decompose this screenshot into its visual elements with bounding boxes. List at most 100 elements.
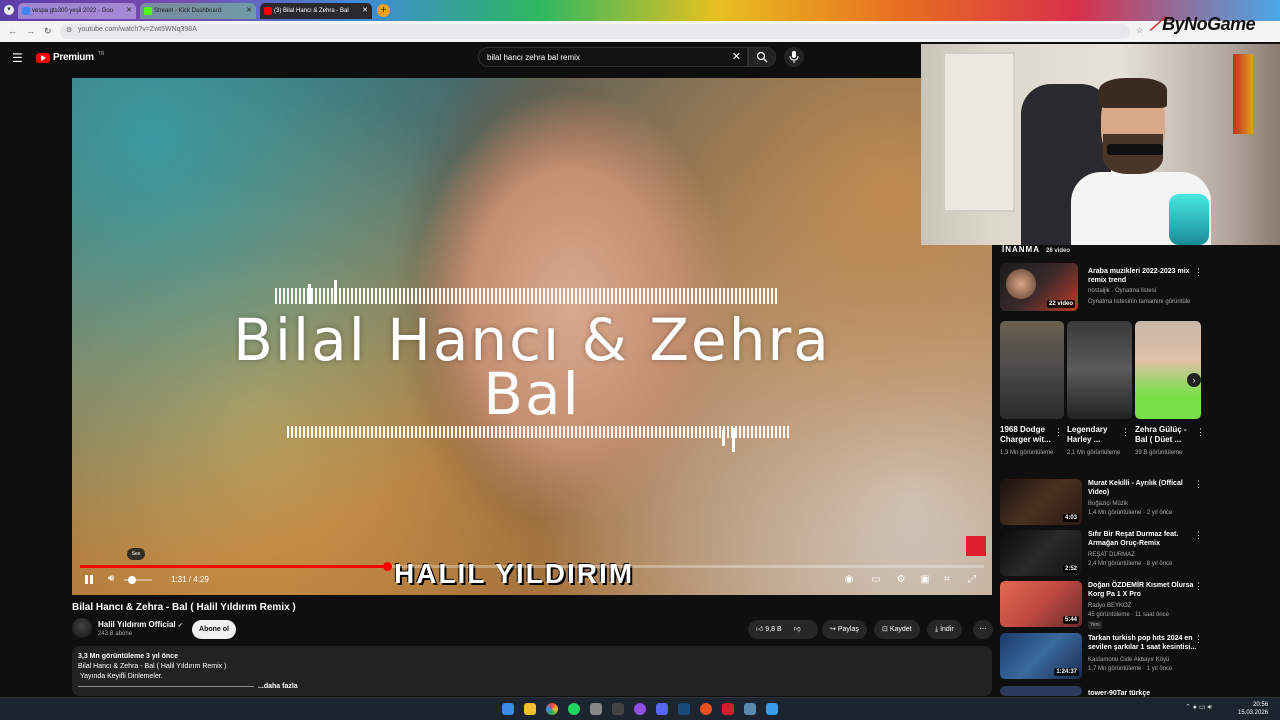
voice-search-button[interactable] [784, 47, 804, 67]
short-thumbnail[interactable] [1067, 321, 1132, 419]
cast-icon[interactable]: ⌗ [940, 573, 954, 587]
video-duration: 2:52 [1062, 565, 1079, 573]
video-thumbnail[interactable]: 4:03 [1000, 479, 1082, 525]
more-vert-icon[interactable]: ⋮ [1054, 427, 1063, 438]
more-vert-icon[interactable]: ⋮ [1121, 427, 1130, 438]
file-explorer-icon[interactable] [524, 703, 536, 715]
video-title[interactable]: Doğan ÖZDEMİR Kısmet Olursa Korg Pa 1 X … [1088, 581, 1200, 599]
close-icon[interactable]: ✕ [362, 3, 368, 19]
address-bar: ← → ↻ ⚙ youtube.com/watch?v=Zwt5WNq398A … [0, 21, 1280, 42]
playlist-title[interactable]: Araba muzikleri 2022-2023 mix remix tren… [1088, 267, 1208, 285]
more-vert-icon[interactable]: ⋮ [1196, 427, 1205, 438]
forward-icon[interactable]: → [26, 26, 35, 36]
short-thumbnail[interactable] [1135, 321, 1201, 419]
short-thumbnail[interactable] [1000, 321, 1064, 419]
reload-icon[interactable]: ↻ [44, 26, 52, 37]
clock[interactable]: 20:56 15.03.2026 [1238, 701, 1268, 717]
dislike-icon[interactable]: 👎︎ [794, 626, 801, 633]
more-actions-button[interactable]: ⋯ [973, 620, 993, 639]
site-info-icon[interactable]: ⚙ [66, 26, 72, 34]
playlist-view-all[interactable]: Oynatma listesinin tamamını görüntüle [1088, 298, 1190, 306]
youtube-logo[interactable]: Premium TR [36, 51, 104, 63]
like-dislike-group: 👍︎ 9,8 B 👎︎ [748, 620, 818, 639]
channel-avatar[interactable] [72, 618, 92, 638]
playlist-header[interactable]: İNANMA 28 video [1002, 245, 1070, 254]
more-vert-icon[interactable]: ⋮ [1194, 267, 1203, 278]
channel-name[interactable]: Halil Yıldırım Official ✔ [98, 620, 183, 629]
video-title[interactable]: Murat Kekilli - Ayrılık (Offical Video) [1088, 479, 1200, 497]
more-vert-icon[interactable]: ⋮ [1194, 634, 1203, 645]
short-title[interactable]: Legendary Harley ... [1067, 425, 1119, 445]
discord-icon[interactable] [656, 703, 668, 715]
steam-icon[interactable] [678, 703, 690, 715]
progress-scrubber[interactable] [383, 562, 393, 571]
video-channel[interactable]: Radyo BEYKOZ [1088, 602, 1131, 610]
close-icon[interactable]: ✕ [126, 3, 132, 19]
app-icon[interactable] [744, 703, 756, 715]
app-icon[interactable] [590, 703, 602, 715]
volume-slider[interactable] [124, 576, 152, 584]
start-icon[interactable] [502, 703, 514, 715]
short-title[interactable]: 1968 Dodge Charger wit... [1000, 425, 1052, 445]
star-icon[interactable]: ☆ [1136, 26, 1143, 35]
video-channel[interactable]: REŞAT DURMAZ [1088, 551, 1135, 559]
chevron-right-icon[interactable]: › [1187, 373, 1201, 387]
search-input[interactable]: bilal hancı zehra bal remix ✕ [478, 47, 748, 67]
pause-icon[interactable] [83, 574, 95, 586]
video-player[interactable]: Bilal Hancı & Zehra Bal HALIL YILDIRIM S… [72, 78, 992, 595]
more-vert-icon[interactable]: ⋮ [1194, 581, 1203, 592]
search-button[interactable] [748, 47, 776, 67]
obs-icon[interactable] [634, 703, 646, 715]
channel-name-text: Halil Yıldırım Official [98, 620, 176, 629]
subscribe-button[interactable]: Abone ol [192, 620, 236, 639]
app-icon[interactable] [722, 703, 734, 715]
close-icon[interactable]: ✕ [246, 3, 252, 19]
progress-bar[interactable] [80, 562, 984, 571]
waveform-spike [722, 430, 725, 446]
chrome-icon[interactable] [546, 703, 558, 715]
system-tray[interactable]: ⌃ ● ▭ 🔊︎ [1185, 703, 1212, 712]
menu-icon[interactable]: ☰ [12, 52, 24, 64]
video-thumbnail[interactable]: 5:44 [1000, 581, 1082, 627]
volume-knob[interactable] [128, 576, 137, 584]
browser-tab-active[interactable]: (3) Bilal Hancı & Zehra - Bal ✕ [260, 3, 372, 19]
video-thumbnail[interactable] [1000, 686, 1082, 696]
download-button[interactable]: ⤓ İndir [927, 620, 962, 639]
video-meta: 2,4 Mn görüntüleme · 8 yıl önce [1088, 561, 1173, 567]
video-thumbnail[interactable]: 2:52 [1000, 530, 1082, 576]
browser-tab[interactable]: vespa gts300 yeşil 2022 - Goo ✕ [18, 3, 136, 19]
waveform-spike [308, 284, 311, 304]
playlist-thumbnail[interactable]: 22 video [1000, 263, 1078, 311]
share-button[interactable]: ↪ Paylaş [822, 620, 867, 639]
miniplayer-icon[interactable]: ▣ [918, 573, 932, 587]
like-count[interactable]: 9,8 B [765, 626, 781, 633]
url-field[interactable]: ⚙ youtube.com/watch?v=Zwt5WNq398A [60, 24, 1130, 39]
volume-icon[interactable]: 🔊︎ [108, 573, 114, 584]
more-vert-icon[interactable]: ⋮ [1194, 479, 1203, 490]
video-thumbnail[interactable]: 1:24:37 [1000, 633, 1082, 679]
clear-search-icon[interactable]: ✕ [732, 50, 741, 63]
app-icon[interactable] [612, 703, 624, 715]
show-more-link[interactable]: ...daha fazla [258, 683, 298, 690]
fullscreen-icon[interactable]: ⤢ [965, 573, 979, 587]
video-title[interactable]: Tarkan turkish pop hıts 2024 en sevilen … [1088, 634, 1200, 652]
back-icon[interactable]: ← [8, 26, 17, 36]
video-channel[interactable]: Boğaziçi Müzik [1088, 500, 1128, 508]
like-icon[interactable]: 👍︎ [756, 626, 763, 633]
video-title[interactable]: Sıfır Bir Reşat Durmaz feat. Armağan Oru… [1088, 530, 1200, 548]
google-icon [22, 7, 30, 15]
subtitles-icon[interactable]: ▭ [869, 573, 883, 587]
short-title[interactable]: Zehra Gülüç - Bal ( Düet ... [1135, 425, 1191, 445]
spotify-icon[interactable] [568, 703, 580, 715]
app-icon[interactable] [700, 703, 712, 715]
app-icon[interactable] [766, 703, 778, 715]
tab-search-icon[interactable]: ▾ [4, 5, 14, 15]
more-vert-icon[interactable]: ⋮ [1194, 530, 1203, 541]
browser-tab[interactable]: Stream - Kick Dashboard ✕ [140, 3, 256, 19]
settings-icon[interactable]: ⚙ [894, 573, 908, 587]
new-tab-button[interactable]: + [377, 4, 390, 17]
video-channel[interactable]: Kastamonu Cide Akbayır Köyü [1088, 656, 1169, 664]
save-button[interactable]: ⊡ Kaydet [874, 620, 920, 639]
description-box[interactable]: 3,3 Mn görüntüleme 3 yıl önce Bilal Hanc… [72, 646, 992, 696]
autoplay-toggle-icon[interactable]: ◉ [842, 573, 856, 587]
